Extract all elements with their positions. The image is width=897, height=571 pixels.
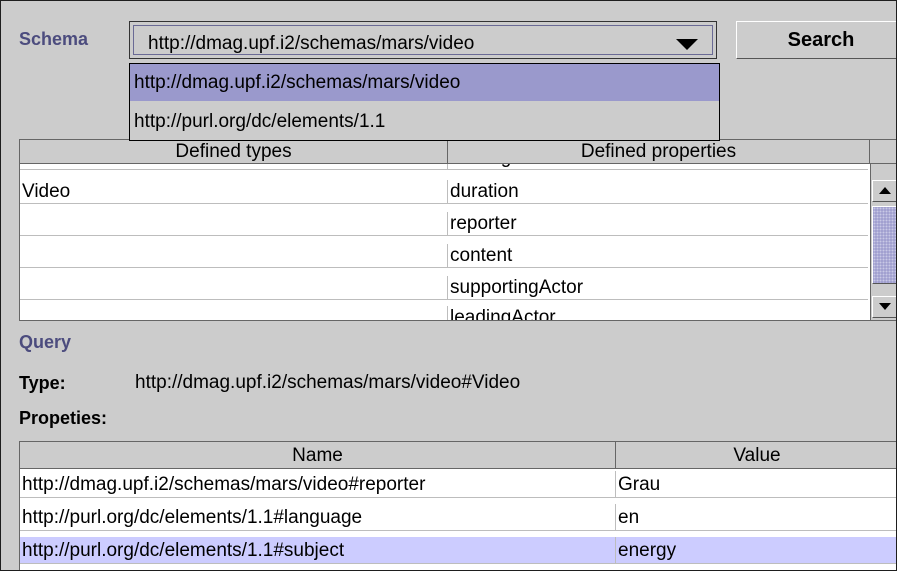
- arrow-down-icon: [879, 303, 891, 310]
- table-row[interactable]: http://purl.org/dc/elements/1.1#language…: [20, 504, 896, 531]
- property-cell: reporter: [450, 213, 517, 234]
- search-button[interactable]: Search: [736, 21, 896, 59]
- arrow-up-icon: [879, 187, 891, 194]
- chevron-down-icon[interactable]: [676, 39, 698, 50]
- column-header-defined-types[interactable]: Defined types: [20, 140, 448, 164]
- table-row[interactable]: reporter: [20, 212, 868, 236]
- query-properties-table: Name Value http://dmag.upf.i2/schemas/ma…: [19, 441, 896, 570]
- column-header-name[interactable]: Name: [20, 442, 616, 469]
- property-name-cell: http://purl.org/dc/elements/1.1#subject: [20, 537, 616, 564]
- schema-combobox-focus-ring: http://dmag.upf.i2/schemas/mars/video: [133, 25, 713, 55]
- schema-dropdown-list: http://dmag.upf.i2/schemas/mars/video ht…: [129, 63, 720, 141]
- type-cell: Video: [20, 180, 448, 204]
- property-value-cell: Grau: [618, 474, 661, 495]
- property-cell: content: [450, 245, 513, 266]
- schema-combobox[interactable]: http://dmag.upf.i2/schemas/mars/video: [129, 21, 717, 59]
- table-row[interactable]: http://dmag.upf.i2/schemas/mars/video#re…: [20, 471, 896, 498]
- type-label: Type:: [19, 373, 66, 393]
- property-cell: leadingActor: [450, 307, 556, 321]
- table-row[interactable]: content: [20, 244, 868, 268]
- properties-label: Propeties:: [19, 408, 108, 428]
- property-cell: duration: [450, 181, 519, 202]
- property-name-cell: http://purl.org/dc/elements/1.1#language: [20, 504, 616, 531]
- scrollbar-thumb[interactable]: [872, 206, 896, 284]
- property-name-cell: http://dmag.upf.i2/schemas/mars/video#re…: [20, 471, 616, 498]
- scroll-down-button[interactable]: [872, 296, 896, 318]
- column-header-defined-properties[interactable]: Defined properties: [448, 140, 870, 164]
- schema-combobox-value: http://dmag.upf.i2/schemas/mars/video: [148, 33, 475, 54]
- header-corner: [870, 140, 896, 164]
- type-value: http://dmag.upf.i2/schemas/mars/video#Vi…: [135, 372, 521, 393]
- schema-option[interactable]: http://dmag.upf.i2/schemas/mars/video: [130, 64, 719, 101]
- type-cell: [20, 212, 448, 236]
- property-value-cell: energy: [618, 540, 677, 561]
- property-cell: supportingActor: [450, 277, 584, 298]
- table-row[interactable]: leadingActor: [20, 306, 868, 321]
- scroll-up-button[interactable]: [872, 180, 896, 202]
- query-section-label: Query: [19, 332, 72, 352]
- table-row[interactable]: supportingActor: [20, 276, 868, 300]
- schema-label: Schema: [19, 29, 89, 49]
- schema-query-window: Schema http://dmag.upf.i2/schemas/mars/v…: [0, 0, 897, 571]
- schema-option[interactable]: http://purl.org/dc/elements/1.1: [130, 103, 719, 140]
- type-cell: [20, 306, 448, 320]
- column-header-value[interactable]: Value: [616, 442, 896, 469]
- types-properties-table: VideoContent leadingActress Defined type…: [19, 139, 896, 321]
- table-row-selected[interactable]: http://purl.org/dc/elements/1.1#subject …: [20, 537, 896, 564]
- vertical-scrollbar[interactable]: [870, 164, 896, 320]
- table-row[interactable]: Video duration: [20, 180, 868, 204]
- type-cell: [20, 276, 448, 300]
- property-value-cell: en: [618, 507, 640, 528]
- type-cell: [20, 244, 448, 268]
